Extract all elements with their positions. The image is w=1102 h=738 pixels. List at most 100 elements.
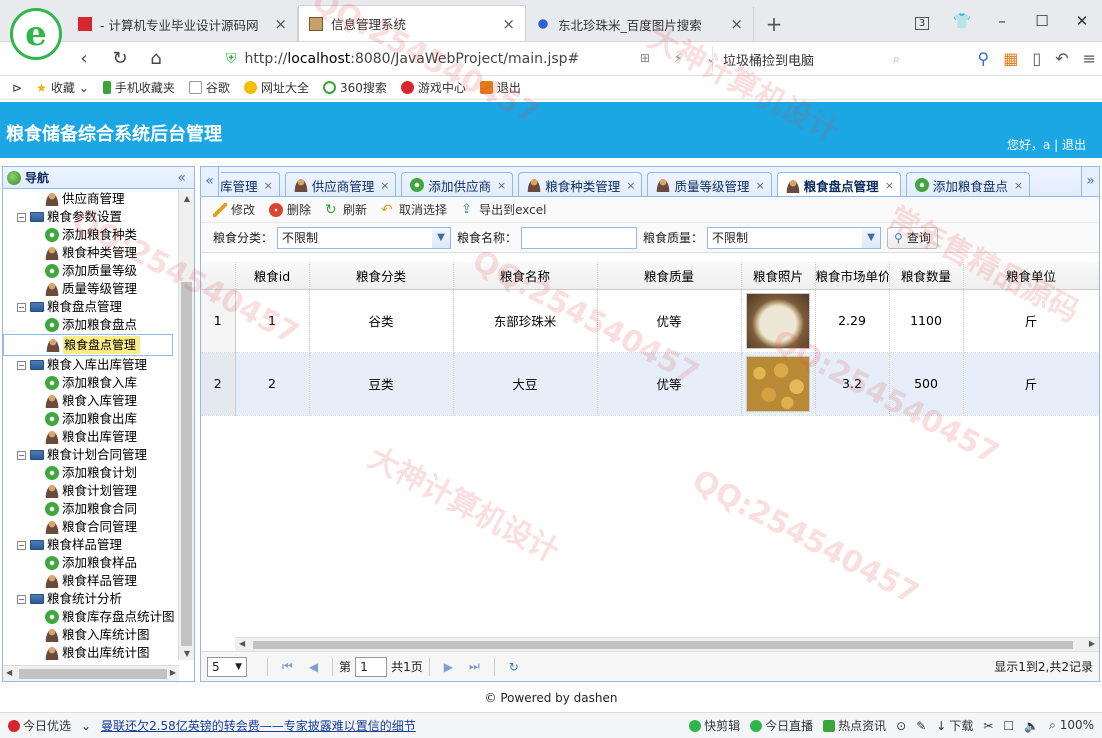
minimize-icon[interactable]: –: [982, 12, 1022, 30]
close-icon[interactable]: ×: [730, 15, 743, 33]
column-header[interactable]: 粮食照片: [741, 262, 816, 290]
close-icon[interactable]: ×: [264, 179, 273, 192]
browser-search-input[interactable]: 垃圾桶捡到电脑 ⌕: [712, 46, 908, 72]
close-window-icon[interactable]: ✕: [1062, 12, 1102, 30]
scroll-up-icon[interactable]: ▲: [179, 194, 195, 203]
export-excel-button[interactable]: ⇪ 导出到excel: [461, 201, 546, 218]
tree-item[interactable]: 添加粮食样品: [3, 554, 179, 572]
tree-item[interactable]: 添加粮食合同: [3, 500, 179, 518]
collapse-icon[interactable]: «: [177, 170, 186, 186]
back-icon[interactable]: ‹: [66, 48, 102, 69]
window-icon[interactable]: ☐: [1003, 719, 1014, 733]
reload-icon[interactable]: ↻: [509, 660, 519, 674]
news-link[interactable]: 曼联还欠2.58亿英镑的转会费——专家披露难以置信的细节: [101, 717, 416, 734]
last-page-icon[interactable]: ⏭: [469, 659, 480, 674]
panel-tab[interactable]: 粮食种类管理 ×: [518, 172, 643, 196]
scroll-thumb[interactable]: [19, 669, 167, 679]
column-header[interactable]: 粮食分类: [309, 262, 454, 290]
tree-item[interactable]: 粮食盘点管理: [3, 334, 173, 356]
close-icon[interactable]: ×: [755, 179, 764, 192]
collapse-toggle-icon[interactable]: −: [17, 540, 26, 550]
collapse-toggle-icon[interactable]: −: [17, 302, 26, 312]
edit-button[interactable]: 修改: [213, 201, 255, 218]
phone-icon[interactable]: ▯: [1032, 49, 1041, 68]
tree-item[interactable]: 质量等级管理: [3, 280, 179, 298]
tree-item[interactable]: 供应商管理: [3, 190, 179, 208]
close-icon[interactable]: ×: [885, 179, 894, 192]
name-input[interactable]: [521, 226, 638, 249]
column-header[interactable]: 粮食id: [235, 262, 310, 290]
panel-tab[interactable]: 库管理 ×: [221, 172, 280, 196]
browser-tab-active[interactable]: 信息管理系统 ×: [298, 5, 526, 41]
tree-item[interactable]: 粮食计划管理: [3, 482, 179, 500]
url-field[interactable]: ⛨ http://localhost:8080/JavaWebProject/m…: [226, 47, 704, 71]
sidebar-toggle-icon[interactable]: ⊳: [12, 81, 22, 95]
speed-icon[interactable]: ⊙: [896, 719, 906, 733]
scroll-right-icon[interactable]: ▶: [1089, 639, 1095, 648]
collapse-toggle-icon[interactable]: −: [17, 450, 26, 460]
tree-item[interactable]: 粮食合同管理: [3, 518, 179, 536]
scroll-thumb[interactable]: [253, 641, 1073, 649]
cleanup-icon[interactable]: ✎: [916, 719, 926, 733]
query-button[interactable]: ⚲ 查询: [887, 226, 938, 249]
shirt-icon[interactable]: 👕: [942, 12, 982, 30]
collapse-toggle-icon[interactable]: −: [17, 212, 26, 222]
chevron-down-icon[interactable]: ▼: [235, 662, 242, 672]
refresh-button[interactable]: ↻ 刷新: [325, 201, 367, 218]
logout-link[interactable]: 退出: [1062, 138, 1086, 152]
column-header[interactable]: 粮食数量: [889, 262, 964, 290]
tree-item[interactable]: 粮食入库统计图: [3, 626, 179, 644]
menu-icon[interactable]: ≡: [1083, 49, 1096, 68]
tree-item[interactable]: 添加粮食入库: [3, 374, 179, 392]
scroll-right-icon[interactable]: ▶: [170, 668, 176, 677]
tree-group[interactable]: − 粮食参数设置: [3, 208, 179, 226]
close-icon[interactable]: ×: [497, 179, 506, 192]
quality-select[interactable]: 不限制 ▼: [707, 226, 882, 249]
bookmark-mobile[interactable]: 手机收藏夹: [102, 79, 175, 96]
hot-news[interactable]: 热点资讯: [823, 717, 886, 734]
tree-item[interactable]: 粮食种类管理: [3, 244, 179, 262]
tabs-scroll-right-icon[interactable]: »: [1081, 167, 1099, 196]
bookmark-hao[interactable]: 网址大全: [243, 79, 309, 96]
tree-group[interactable]: − 粮食盘点管理: [3, 298, 179, 316]
bookmark-favorites[interactable]: ★ 收藏 ⌄: [36, 79, 89, 96]
panel-tab[interactable]: 粮食盘点管理 ×: [776, 172, 901, 196]
collapse-toggle-icon[interactable]: −: [17, 594, 26, 604]
panel-tab[interactable]: 供应商管理 ×: [284, 172, 397, 196]
column-header[interactable]: 粮食质量: [597, 262, 742, 290]
bookmark-exit[interactable]: 退出: [479, 79, 521, 96]
table-row[interactable]: 1 1 谷类 东部珍珠米 优等 2.29 1100 斤: [201, 289, 1099, 353]
maximize-icon[interactable]: ☐: [1022, 12, 1062, 30]
tree-item[interactable]: 粮食库存盘点统计图: [3, 608, 179, 626]
scroll-left-icon[interactable]: ◀: [239, 639, 245, 648]
tree-group[interactable]: − 粮食计划合同管理: [3, 446, 179, 464]
chevron-down-icon[interactable]: ▼: [432, 227, 451, 248]
collapse-toggle-icon[interactable]: −: [17, 360, 26, 370]
table-row[interactable]: 2 2 豆类 大豆 优等 3.2 500 斤: [201, 352, 1099, 416]
page-size-select[interactable]: 5 ▼: [207, 656, 247, 677]
tree-item[interactable]: 添加粮食种类: [3, 226, 179, 244]
tree-item[interactable]: 添加粮食盘点: [3, 316, 179, 334]
column-header[interactable]: 粮食市场单价: [815, 262, 890, 290]
category-select[interactable]: 不限制 ▼: [277, 226, 452, 249]
undo-icon[interactable]: ↶: [1055, 49, 1068, 68]
panel-tab[interactable]: 质量等级管理 ×: [647, 172, 772, 196]
live-stream[interactable]: 今日直播: [750, 717, 813, 734]
scroll-left-icon[interactable]: ◀: [6, 668, 12, 677]
tree-item[interactable]: 粮食入库管理: [3, 392, 179, 410]
column-header[interactable]: 粮食单位: [963, 262, 1099, 290]
prev-page-icon[interactable]: ◀: [309, 660, 318, 674]
cancel-select-button[interactable]: ↶ 取消选择: [381, 201, 447, 218]
panel-tab[interactable]: 添加供应商 ×: [401, 172, 514, 196]
home-icon[interactable]: ⌂: [138, 48, 174, 69]
tree-item[interactable]: 粮食样品管理: [3, 572, 179, 590]
grid-horizontal-scrollbar[interactable]: ◀ ▶: [235, 637, 1099, 651]
column-header[interactable]: 粮食名称: [453, 262, 598, 290]
scroll-thumb[interactable]: [181, 282, 192, 646]
browser-tab-baidu[interactable]: 东北珍珠米_百度图片搜索 ×: [526, 7, 754, 41]
close-icon[interactable]: ×: [274, 15, 287, 33]
panel-tab[interactable]: 添加粮食盘点 ×: [905, 172, 1031, 196]
refresh-icon[interactable]: ↻: [102, 48, 138, 69]
browser-logo-icon[interactable]: e: [10, 8, 62, 60]
tab-count-badge[interactable]: 3: [902, 12, 942, 30]
